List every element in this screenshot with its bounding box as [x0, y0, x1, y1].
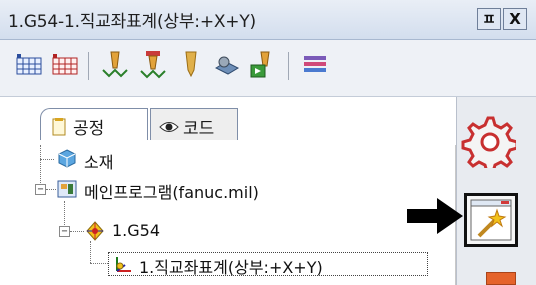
program-icon [56, 178, 78, 200]
layers-icon[interactable] [300, 50, 330, 80]
expand-toggle-program[interactable]: − [35, 184, 46, 195]
eye-icon [159, 117, 179, 142]
toolpath-orange-icon[interactable] [100, 50, 130, 80]
tree-item-g54[interactable]: 1.G54 [84, 220, 284, 244]
tab-process-label: 공정 [73, 119, 105, 139]
tab-process[interactable]: 공정 [40, 108, 148, 140]
wizard-button[interactable] [464, 193, 518, 247]
gear-icon[interactable] [460, 112, 519, 174]
orange-sidebar-button[interactable] [486, 272, 516, 285]
toolbar-separator [88, 52, 89, 80]
tree-item-label: 1.G54 [112, 221, 161, 240]
tab-code-label: 코드 [183, 119, 215, 139]
toolbar-separator [288, 52, 289, 80]
arrow-right-icon [405, 196, 465, 236]
window-title: 1.G54-1.직교좌표계(상부:+X+Y) [8, 12, 256, 32]
tree-connector [40, 159, 54, 160]
simulate-icon[interactable] [248, 50, 278, 80]
grid-red-icon[interactable] [50, 50, 80, 80]
workcoord-icon [84, 220, 106, 242]
expand-toggle-g54[interactable]: − [59, 226, 70, 237]
tree-item-coordinate-system[interactable]: 1.직교좌표계(상부:+X+Y) [108, 252, 428, 277]
tree-item-label: 소재 [84, 153, 114, 172]
tree-item-label: 1.직교좌표계(상부:+X+Y) [139, 258, 323, 277]
pin-button[interactable]: ㅍ [477, 8, 501, 30]
tree-connector [90, 263, 108, 264]
toolbar [0, 40, 536, 97]
tree-connector [40, 145, 41, 159]
tree-item-label: 메인프로그램(fanuc.mil) [84, 183, 259, 202]
process-icon [49, 117, 69, 142]
title-bar: 1.G54-1.직교좌표계(상부:+X+Y) ㅍ X [0, 0, 536, 40]
process-tree: − − 소재 메인프로그램(fanuc.mil) 1.G54 1.직교좌표계(상… [0, 145, 456, 285]
tab-code[interactable]: 코드 [150, 108, 238, 140]
tree-connector [70, 231, 84, 232]
toolpath-red-icon[interactable] [138, 50, 168, 80]
tool-drill-icon[interactable] [176, 50, 206, 80]
coordinate-system-icon [111, 253, 133, 275]
tree-item-main-program[interactable]: 메인프로그램(fanuc.mil) [56, 178, 376, 202]
grid-icon[interactable] [14, 50, 44, 80]
stock-cube-icon [56, 148, 78, 170]
tree-connector [90, 241, 91, 263]
tab-strip: 공정 코드 [0, 97, 456, 240]
tree-connector [46, 189, 56, 190]
machine-icon[interactable] [212, 50, 242, 80]
magic-wand-icon [470, 199, 512, 241]
process-panel: 1.G54-1.직교좌표계(상부:+X+Y) ㅍ X 공정 코드 − − 소재 … [0, 0, 536, 285]
tree-item-stock[interactable]: 소재 [56, 148, 256, 172]
close-button[interactable]: X [503, 8, 527, 30]
